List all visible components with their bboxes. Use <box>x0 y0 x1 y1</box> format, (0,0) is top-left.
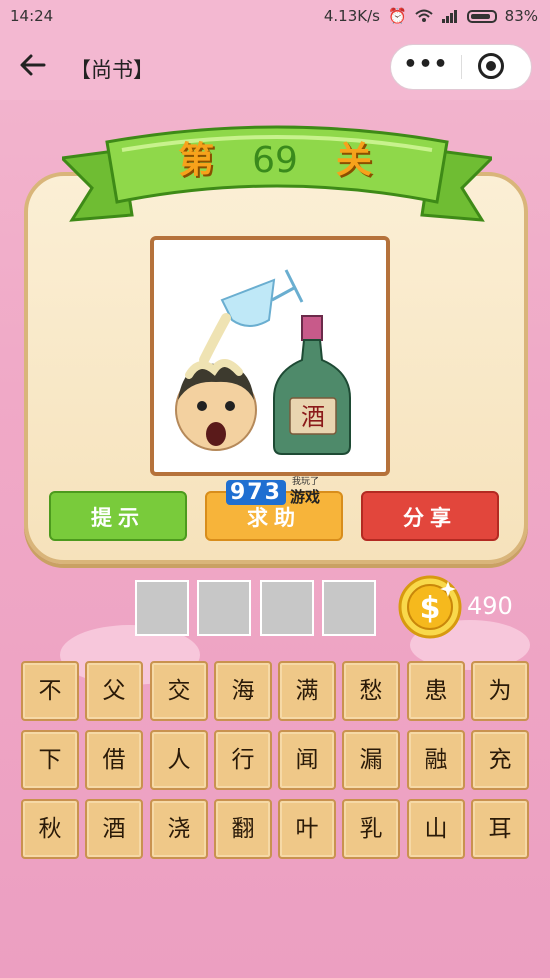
battery-icon <box>466 9 497 23</box>
bottle-label: 酒 <box>301 403 325 431</box>
level-title: 第 69 关 <box>0 131 550 183</box>
character-tile[interactable]: 充 <box>471 730 529 790</box>
character-tile[interactable]: 借 <box>85 730 143 790</box>
character-tile[interactable]: 满 <box>278 661 336 721</box>
answer-slot[interactable] <box>322 580 376 636</box>
answer-slot[interactable] <box>197 580 251 636</box>
puzzle-image: 酒 <box>150 236 390 476</box>
svg-text:$: $ <box>420 591 441 626</box>
liquor-bottle-icon: 酒 <box>273 315 351 455</box>
character-tile[interactable]: 愁 <box>342 661 400 721</box>
character-tile[interactable]: 叶 <box>278 799 336 859</box>
watermark-digits: 973 <box>226 480 286 505</box>
answer-slot[interactable] <box>135 580 189 636</box>
page-title: 【尚书】 <box>70 58 154 82</box>
share-button[interactable]: 分享 <box>361 491 499 541</box>
surprised-face-icon <box>175 359 257 451</box>
character-tile[interactable]: 翻 <box>214 799 272 859</box>
nav-bar: 【尚书】 ••• <box>0 34 550 100</box>
answer-slot[interactable] <box>260 580 314 636</box>
close-target-icon[interactable] <box>478 53 504 79</box>
character-tile[interactable]: 下 <box>21 730 79 790</box>
character-tile[interactable]: 酒 <box>85 799 143 859</box>
capsule-divider <box>461 55 462 79</box>
coin-count: 490 <box>467 592 513 620</box>
character-tile[interactable]: 为 <box>471 661 529 721</box>
network-speed: 4.13K/s <box>323 7 380 25</box>
character-tile[interactable]: 人 <box>150 730 208 790</box>
coin-icon[interactable]: $ <box>398 575 462 639</box>
character-tile[interactable]: 闻 <box>278 730 336 790</box>
character-tile[interactable]: 浇 <box>150 799 208 859</box>
battery-percent: 83% <box>504 7 538 25</box>
status-bar: 14:24 4.13K/s ⏰ 83% <box>0 0 550 34</box>
level-suffix: 关 <box>335 140 372 181</box>
character-tile[interactable]: 漏 <box>342 730 400 790</box>
watermark-logo: 973 我玩了 游戏 <box>224 474 324 508</box>
character-tile[interactable]: 秋 <box>21 799 79 859</box>
wine-glass-icon <box>199 269 304 365</box>
character-tile[interactable]: 耳 <box>471 799 529 859</box>
level-prefix: 第 <box>178 140 215 181</box>
alarm-icon: ⏰ <box>387 7 407 25</box>
character-tile[interactable]: 行 <box>214 730 272 790</box>
hint-button[interactable]: 提示 <box>49 491 187 541</box>
mini-program-capsule: ••• <box>390 44 532 90</box>
character-tile[interactable]: 交 <box>150 661 208 721</box>
status-time: 14:24 <box>10 7 54 25</box>
character-tile[interactable]: 海 <box>214 661 272 721</box>
wifi-icon <box>414 9 433 22</box>
puzzle-illustration: 酒 <box>175 269 351 455</box>
back-arrow-icon[interactable] <box>18 50 54 86</box>
character-tile[interactable]: 融 <box>407 730 465 790</box>
character-tile[interactable]: 父 <box>85 661 143 721</box>
character-tile[interactable]: 乳 <box>342 799 400 859</box>
level-number: 69 <box>252 140 298 181</box>
watermark-text: 游戏 <box>290 488 321 506</box>
character-tile[interactable]: 不 <box>21 661 79 721</box>
character-tile[interactable]: 山 <box>407 799 465 859</box>
more-options-button[interactable]: ••• <box>391 45 461 89</box>
signal-icon <box>441 10 457 23</box>
character-tile[interactable]: 患 <box>407 661 465 721</box>
